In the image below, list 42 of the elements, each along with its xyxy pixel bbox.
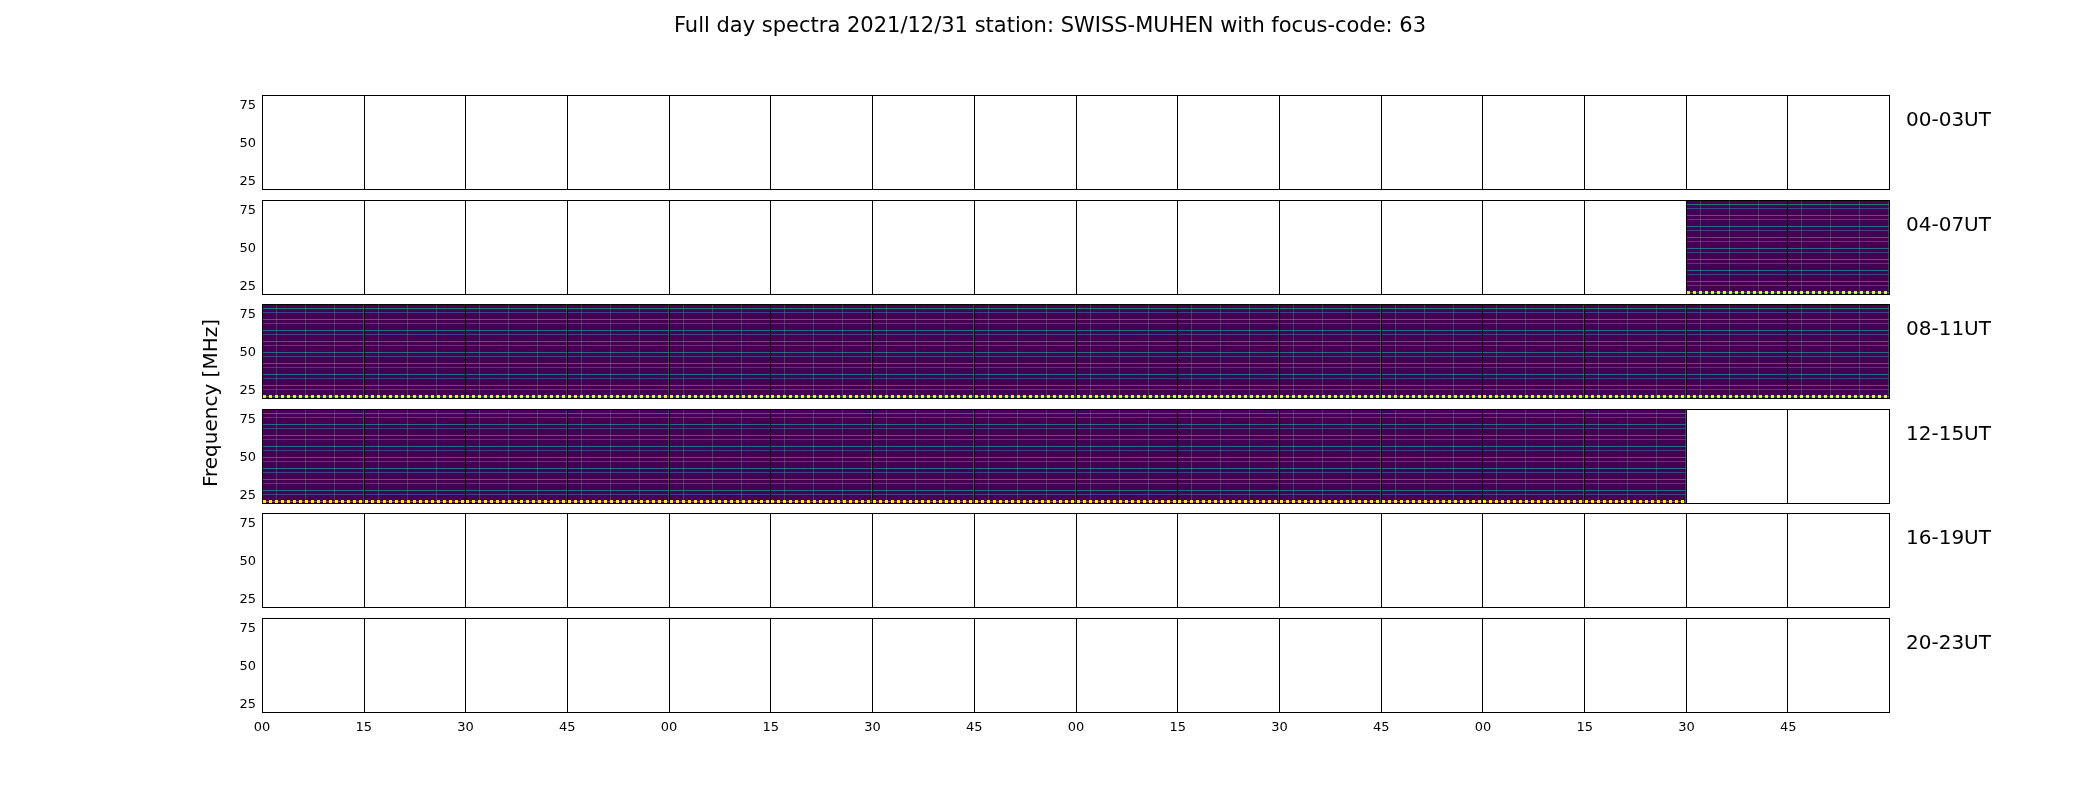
x-tick-label: 15	[1576, 719, 1593, 734]
x-tick-label: 45	[1780, 719, 1797, 734]
y-axis-label: Frequency [MHz]	[198, 318, 222, 488]
y-tick-label: 75	[239, 619, 256, 635]
x-tick-label: 00	[660, 719, 678, 734]
x-tick-label: 00	[1067, 719, 1085, 734]
y-tick-label: 50	[239, 657, 256, 673]
row-time-label: 20-23UT	[1906, 629, 1991, 654]
x-tick-label: 45	[559, 719, 576, 734]
y-tick-label: 50	[239, 135, 256, 150]
y-tick-label: 75	[239, 97, 256, 112]
x-tick-label: 45	[1373, 719, 1390, 734]
y-tick-label: 50	[239, 448, 256, 464]
y-tick-label: 25	[239, 695, 256, 711]
x-tick-label: 30	[457, 719, 474, 734]
y-tick-label: 75	[239, 201, 256, 217]
y-tick-label: 75	[239, 306, 256, 321]
row-time-label: 08-11UT	[1906, 316, 1991, 340]
y-tick-label: 50	[239, 239, 256, 255]
x-tick-label: 15	[355, 719, 372, 734]
row-time-label: 00-03UT	[1906, 107, 1991, 131]
y-tick-label: 25	[239, 173, 256, 188]
y-tick-label: 25	[239, 486, 256, 502]
y-tick-label: 25	[239, 277, 256, 293]
x-tick-label: 00	[1474, 719, 1492, 734]
x-tick-label: 30	[1678, 719, 1695, 734]
row-time-label: 16-19UT	[1906, 525, 1991, 549]
row-time-label: 04-07UT	[1906, 211, 1991, 236]
y-tick-label: 75	[239, 410, 256, 426]
y-tick-label: 50	[239, 344, 256, 359]
x-tick-label: 30	[1271, 719, 1288, 734]
row-time-label: 12-15UT	[1906, 420, 1991, 445]
y-tick-label: 75	[239, 515, 256, 530]
x-tick-label: 15	[762, 719, 779, 734]
x-tick-label: 00	[253, 719, 271, 734]
y-tick-label: 50	[239, 553, 256, 568]
figure-title: Full day spectra 2021/12/31 station: SWISS-MUHEN with focus-code: 63	[673, 12, 1427, 38]
y-tick-label: 25	[239, 382, 256, 397]
x-tick-label: 30	[864, 719, 881, 734]
x-tick-label: 15	[1169, 719, 1186, 734]
x-tick-label: 45	[966, 719, 983, 734]
y-tick-label: 25	[239, 591, 256, 606]
